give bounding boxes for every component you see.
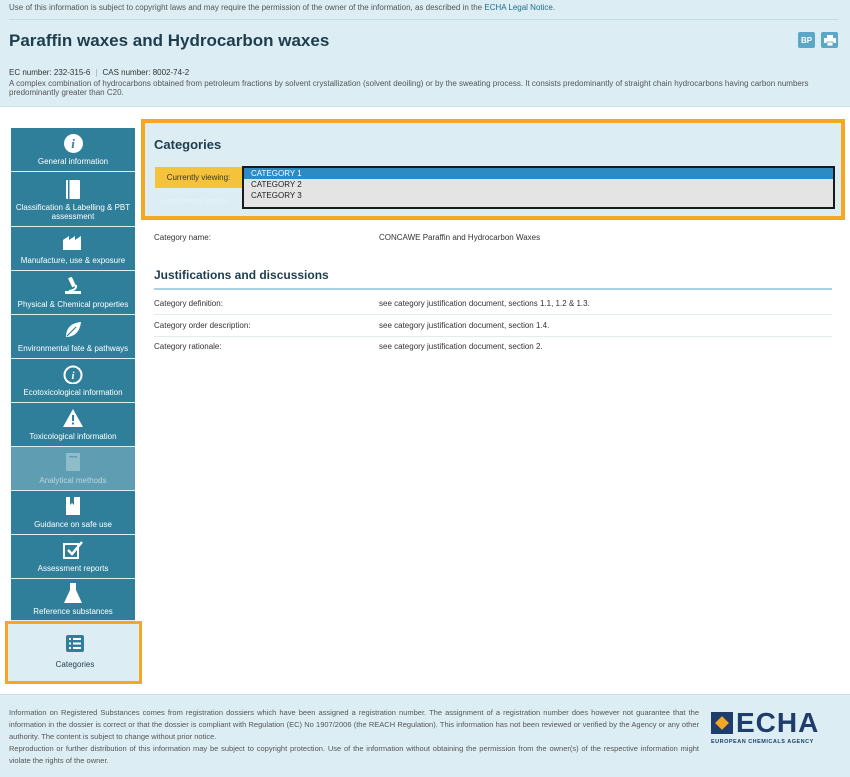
row-label: Category order description:	[154, 321, 251, 330]
sidebar-item-label: Ecotoxicological information	[23, 388, 123, 397]
echa-logo[interactable]: ECHA EUROPEAN CHEMICALS AGENCY	[711, 709, 841, 745]
substance-identifiers: EC number: 232-315-6 | CAS number: 8002-74…	[9, 68, 190, 77]
sidebar-item-assessment-reports[interactable]: Assessment reports	[11, 535, 135, 579]
category-name-value: CONCAWE Paraffin and Hydrocarbon Waxes	[379, 233, 541, 242]
substance-description: A complex combination of hydrocarbons ob…	[9, 79, 809, 97]
footer-disclaimer: Information on Registered Substances com…	[9, 707, 699, 767]
row-divider	[154, 336, 832, 337]
sidebar-item-reference-substances[interactable]: Reference substances	[11, 579, 135, 621]
sidebar-item-label: Guidance on safe use	[34, 520, 112, 529]
section-sidebar: i General information Classification & L…	[11, 128, 135, 621]
sidebar-item-ecotoxicological[interactable]: i Ecotoxicological information	[11, 359, 135, 403]
category-name-label: Category name:	[154, 233, 211, 242]
category-option[interactable]: CATEGORY 2	[244, 179, 833, 190]
sidebar-item-label: Toxicological information	[29, 432, 117, 441]
sidebar-item-categories[interactable]: Categories	[14, 626, 136, 678]
sidebar-item-label: Assessment reports	[37, 564, 109, 573]
category-option[interactable]: CATEGORY 3	[244, 190, 833, 201]
echa-logo-subtitle: EUROPEAN CHEMICALS AGENCY	[711, 739, 814, 745]
sidebar-item-label: Manufacture, use & exposure	[20, 256, 126, 265]
sidebar-item-label: Reference substances	[33, 607, 113, 616]
justification-row: Category definition: see category justif…	[154, 299, 590, 308]
book-icon	[63, 179, 83, 199]
sidebar-item-analytical-methods: Analytical methods	[11, 447, 135, 491]
justifications-title: Justifications and discussions	[154, 268, 329, 282]
category-dropdown[interactable]: CATEGORY 1 CATEGORY 2 CATEGORY 3	[242, 166, 835, 209]
sidebar-item-general-information[interactable]: i General information	[11, 128, 135, 172]
svg-text:i: i	[71, 370, 75, 382]
document-icon	[63, 452, 83, 472]
echa-logo-mark	[711, 712, 733, 734]
bp-icon[interactable]: BP	[798, 32, 815, 48]
cas-number: CAS number: 8002-74-2	[102, 68, 190, 77]
flask-icon	[63, 583, 83, 603]
sidebar-item-label: General information	[37, 157, 109, 166]
checkbox-icon	[63, 540, 83, 560]
currently-viewing-label: Currently viewing:	[155, 167, 242, 188]
sidebar-item-label: Classification & Labelling & PBT assessm…	[15, 203, 131, 221]
sidebar-item-label: Analytical methods	[39, 476, 107, 485]
sidebar-item-classification[interactable]: Classification & Labelling & PBT assessm…	[11, 172, 135, 227]
row-label: Category definition:	[154, 299, 223, 308]
categories-panel: Categories Currently viewing: Justificat…	[141, 119, 845, 220]
warning-icon	[63, 408, 83, 428]
row-value: see category justification document, sec…	[379, 342, 543, 351]
row-label: Category rationale:	[154, 342, 222, 351]
notice-suffix: .	[552, 3, 556, 12]
section-divider	[154, 288, 832, 290]
categories-title: Categories	[154, 137, 222, 152]
sidebar-item-physical-chemical[interactable]: Physical & Chemical properties	[11, 271, 135, 315]
sidebar-item-label: Environmental fate & pathways	[17, 344, 129, 353]
header-divider	[9, 19, 838, 20]
info-icon: i	[63, 133, 83, 153]
categories-highlight: Categories	[5, 621, 142, 684]
sidebar-item-label: Categories	[55, 660, 95, 669]
list-icon	[66, 635, 84, 654]
faded-label: Justifications and dis	[162, 198, 227, 205]
sidebar-item-label: Physical & Chemical properties	[17, 300, 129, 309]
copyright-notice: Use of this information is subject to co…	[9, 3, 555, 12]
microscope-icon	[63, 276, 83, 296]
legal-notice-link[interactable]: ECHA Legal Notice	[484, 3, 552, 12]
sidebar-item-toxicological[interactable]: Toxicological information	[11, 403, 135, 447]
justification-row: Category order description: see category…	[154, 321, 549, 330]
footer-line-registration: Information on Registered Substances com…	[9, 708, 699, 741]
notice-text: Use of this information is subject to co…	[9, 3, 483, 12]
ec-number: EC number: 232-315-6	[9, 68, 91, 77]
page-header: Use of this information is subject to co…	[0, 0, 850, 107]
echa-logo-word: ECHA	[736, 707, 820, 738]
factory-icon	[63, 232, 83, 252]
sidebar-item-guidance-safe-use[interactable]: Guidance on safe use	[11, 491, 135, 535]
footer-line-copyright: Reproduction or further distribution of …	[9, 744, 699, 765]
category-name-row: Category name: CONCAWE Paraffin and Hydr…	[154, 233, 540, 242]
leaf-icon	[63, 320, 83, 340]
print-icon[interactable]	[821, 32, 838, 48]
sidebar-item-manufacture[interactable]: Manufacture, use & exposure	[11, 227, 135, 271]
row-value: see category justification document, sec…	[379, 321, 550, 330]
row-value: see category justification document, sec…	[379, 299, 590, 308]
sidebar-item-environmental-fate[interactable]: Environmental fate & pathways	[11, 315, 135, 359]
category-option[interactable]: CATEGORY 1	[244, 168, 833, 179]
page-footer: Information on Registered Substances com…	[0, 694, 850, 777]
row-divider	[154, 314, 832, 315]
justification-row: Category rationale: see category justifi…	[154, 342, 543, 351]
header-tools: BP	[798, 32, 838, 48]
page-title: Paraffin waxes and Hydrocarbon waxes	[9, 31, 330, 50]
bookmark-icon	[63, 496, 83, 516]
eco-icon: i	[63, 364, 83, 384]
